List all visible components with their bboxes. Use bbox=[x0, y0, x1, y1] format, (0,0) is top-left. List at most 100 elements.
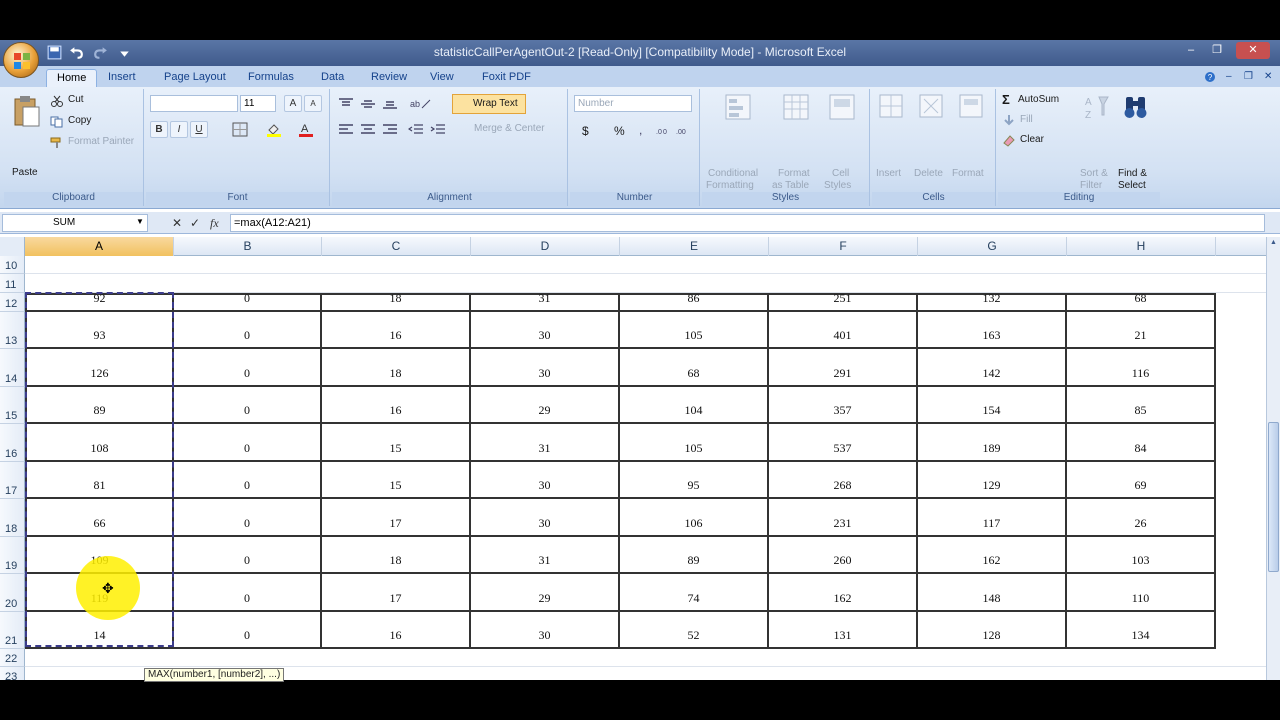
table-cell[interactable]: 105 bbox=[620, 424, 769, 460]
table-cell[interactable]: 154 bbox=[918, 387, 1067, 422]
table-cell[interactable]: 110 bbox=[1067, 574, 1216, 610]
column-header-d[interactable]: D bbox=[471, 237, 620, 256]
table-cell[interactable]: 106 bbox=[620, 499, 769, 535]
table-cell[interactable]: 81 bbox=[27, 462, 174, 497]
copy-icon[interactable] bbox=[50, 116, 64, 128]
table-cell[interactable]: 30 bbox=[471, 499, 620, 535]
currency-button[interactable]: $ bbox=[582, 124, 589, 138]
help-icon[interactable]: ? bbox=[1204, 71, 1216, 83]
format-painter-label[interactable]: Format Painter bbox=[68, 136, 134, 147]
table-cell[interactable]: 95 bbox=[620, 462, 769, 497]
cancel-entry-button[interactable]: ✕ bbox=[172, 216, 182, 230]
row-header[interactable]: 22 bbox=[0, 649, 25, 667]
tab-review[interactable]: Review bbox=[361, 69, 417, 87]
conditional-formatting-icon[interactable] bbox=[724, 93, 752, 121]
scroll-up-icon[interactable]: ▲ bbox=[1268, 239, 1279, 251]
font-size-select[interactable]: 11 bbox=[240, 95, 276, 112]
table-cell[interactable]: 74 bbox=[620, 574, 769, 610]
table-cell[interactable]: 134 bbox=[1067, 612, 1216, 647]
table-cell[interactable]: 129 bbox=[918, 462, 1067, 497]
row-header[interactable]: 16 bbox=[0, 424, 25, 462]
tab-foxit-pdf[interactable]: Foxit PDF bbox=[472, 69, 541, 87]
scrollbar-thumb[interactable] bbox=[1268, 422, 1279, 572]
row-header[interactable]: 13 bbox=[0, 312, 25, 349]
table-cell[interactable]: 128 bbox=[918, 612, 1067, 647]
table-cell[interactable]: 21 bbox=[1067, 312, 1216, 347]
table-cell[interactable]: 117 bbox=[918, 499, 1067, 535]
table-cell[interactable]: 0 bbox=[174, 424, 322, 460]
format-as-table-label-2[interactable]: as Table bbox=[772, 180, 809, 191]
select-all-corner[interactable] bbox=[0, 237, 25, 256]
ribbon-close-button[interactable]: ✕ bbox=[1264, 71, 1272, 82]
formula-input[interactable]: =max(A12:A21) bbox=[230, 214, 1265, 232]
column-header-a[interactable]: A bbox=[25, 237, 174, 256]
table-cell[interactable]: 30 bbox=[471, 462, 620, 497]
column-header-g[interactable]: G bbox=[918, 237, 1067, 256]
table-cell[interactable]: 31 bbox=[471, 537, 620, 572]
table-cell[interactable]: 142 bbox=[918, 349, 1067, 385]
sort-filter-label-1[interactable]: Sort & bbox=[1080, 168, 1108, 179]
row-header[interactable]: 20 bbox=[0, 574, 25, 612]
table-cell[interactable]: 251 bbox=[769, 291, 918, 310]
decrease-decimal-icon[interactable]: .00 bbox=[676, 123, 692, 137]
cell-styles-icon[interactable] bbox=[828, 93, 856, 121]
worksheet-grid[interactable]: A B C D E F G H 10 11 12 13 14 15 16 17 … bbox=[0, 237, 1266, 680]
table-cell[interactable]: 0 bbox=[174, 291, 322, 310]
row-header[interactable]: 11 bbox=[0, 274, 25, 293]
align-center-icon[interactable] bbox=[360, 123, 376, 136]
cell-styles-label-1[interactable]: Cell bbox=[832, 168, 849, 179]
row-header[interactable]: 17 bbox=[0, 462, 25, 499]
sort-filter-label-2[interactable]: Filter bbox=[1080, 180, 1102, 191]
row-header[interactable]: 15 bbox=[0, 387, 25, 424]
eraser-icon[interactable] bbox=[1002, 134, 1016, 147]
ribbon-restore-button[interactable]: ❐ bbox=[1244, 71, 1253, 82]
align-right-icon[interactable] bbox=[382, 123, 398, 136]
format-as-table-label-1[interactable]: Format bbox=[778, 168, 810, 179]
cell-styles-label-2[interactable]: Styles bbox=[824, 180, 851, 191]
table-cell[interactable]: 291 bbox=[769, 349, 918, 385]
tab-page-layout[interactable]: Page Layout bbox=[154, 69, 236, 87]
merge-center-label[interactable]: Merge & Center bbox=[474, 123, 545, 134]
orientation-icon[interactable]: ab bbox=[408, 97, 432, 110]
table-cell[interactable]: 132 bbox=[918, 291, 1067, 310]
table-cell[interactable]: 89 bbox=[27, 387, 174, 422]
insert-cells-label[interactable]: Insert bbox=[876, 168, 901, 179]
format-cells-icon[interactable] bbox=[958, 93, 984, 119]
name-box[interactable]: SUM bbox=[2, 214, 148, 232]
row-header[interactable]: 23 bbox=[0, 667, 25, 680]
restore-button[interactable]: ❐ bbox=[1206, 42, 1228, 59]
table-cell[interactable]: 30 bbox=[471, 349, 620, 385]
italic-button[interactable]: I bbox=[170, 121, 188, 138]
cut-icon[interactable] bbox=[50, 95, 64, 107]
tab-home[interactable]: Home bbox=[46, 69, 98, 87]
row-header[interactable]: 14 bbox=[0, 349, 25, 387]
table-cell[interactable]: 103 bbox=[1067, 537, 1216, 572]
table-cell[interactable]: 231 bbox=[769, 499, 918, 535]
paste-label[interactable]: Paste bbox=[12, 167, 38, 178]
enter-entry-button[interactable]: ✓ bbox=[190, 216, 200, 230]
decrease-indent-icon[interactable] bbox=[408, 123, 424, 136]
tab-data[interactable]: Data bbox=[311, 69, 354, 87]
number-format-select[interactable]: Number bbox=[574, 95, 692, 112]
table-cell[interactable]: 29 bbox=[471, 387, 620, 422]
table-cell[interactable]: 148 bbox=[918, 574, 1067, 610]
table-cell[interactable]: 66 bbox=[27, 499, 174, 535]
format-as-table-icon[interactable] bbox=[782, 93, 810, 121]
tab-view[interactable]: View bbox=[420, 69, 464, 87]
table-cell[interactable]: 162 bbox=[769, 574, 918, 610]
underline-button[interactable]: U bbox=[190, 121, 208, 138]
align-top-icon[interactable] bbox=[338, 97, 354, 110]
clear-label[interactable]: Clear bbox=[1020, 134, 1044, 145]
fill-icon[interactable] bbox=[1002, 114, 1016, 127]
table-cell[interactable]: 0 bbox=[174, 312, 322, 347]
table-cell[interactable]: 16 bbox=[322, 612, 471, 647]
find-select-icon[interactable] bbox=[1122, 93, 1150, 121]
borders-icon[interactable] bbox=[232, 122, 248, 137]
align-bottom-icon[interactable] bbox=[382, 97, 398, 110]
tab-insert[interactable]: Insert bbox=[98, 69, 146, 87]
format-painter-icon[interactable] bbox=[50, 137, 64, 149]
table-cell[interactable]: 131 bbox=[769, 612, 918, 647]
table-cell[interactable]: 17 bbox=[322, 574, 471, 610]
comma-style-icon[interactable]: , bbox=[636, 123, 650, 137]
find-select-label-2[interactable]: Select bbox=[1118, 180, 1146, 191]
